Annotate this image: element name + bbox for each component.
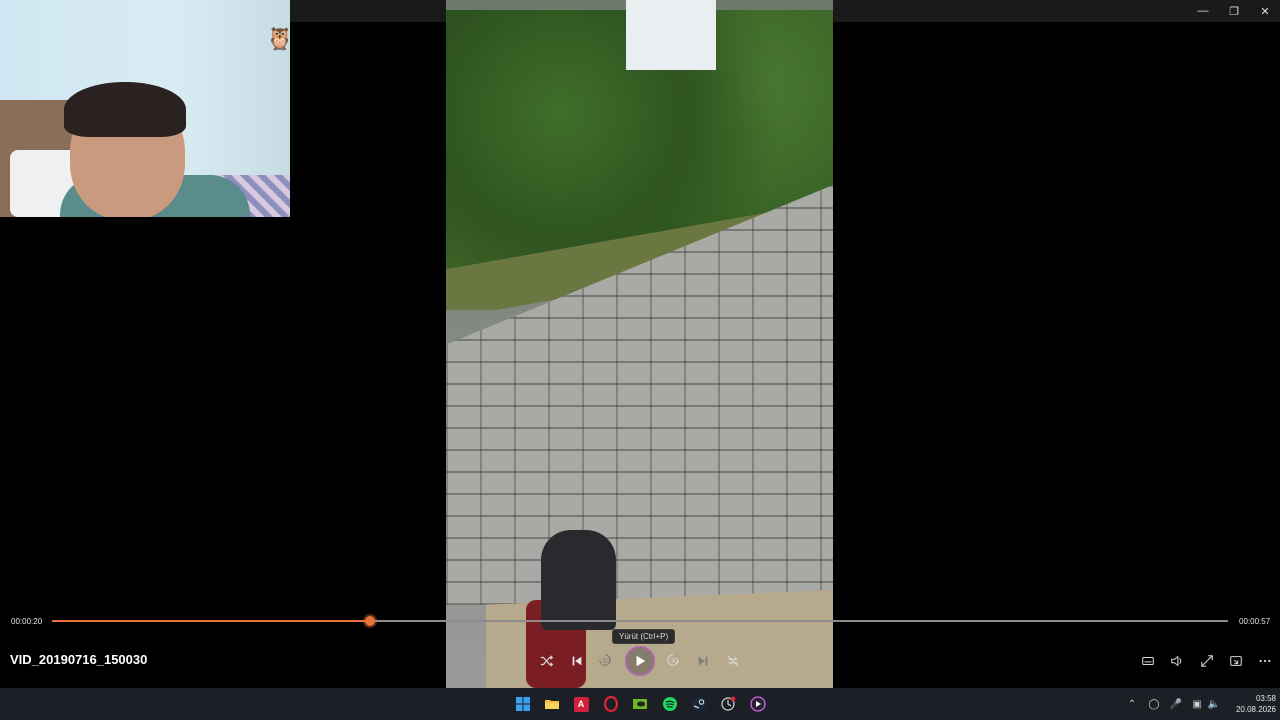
clock-date: 20.08.2026 xyxy=(1235,705,1276,714)
seek-thumb[interactable] xyxy=(364,616,375,626)
shuffle-icon[interactable] xyxy=(536,650,558,672)
video-title: VID_20190716_150030 xyxy=(10,652,148,667)
network-icon[interactable]: ▣ xyxy=(1190,697,1204,711)
speaker-icon[interactable]: 🔈 xyxy=(1207,697,1221,711)
hidden-icon[interactable]: ◯ xyxy=(1147,697,1161,711)
captions-icon[interactable] xyxy=(1137,650,1159,672)
video-sky xyxy=(626,0,716,70)
seek-bar[interactable] xyxy=(52,616,1228,626)
fullscreen-icon[interactable] xyxy=(1196,650,1218,672)
play-tooltip: Yürüt (Ctrl+P) xyxy=(612,629,676,644)
taskbar-clock[interactable]: 03:58 20.08.2026 xyxy=(1226,693,1276,715)
microphone-icon[interactable]: 🎤 xyxy=(1169,697,1183,711)
opera-gx-icon[interactable] xyxy=(601,694,621,714)
minimize-icon[interactable]: — xyxy=(1188,0,1218,22)
adobe-app-icon[interactable]: A xyxy=(571,694,591,714)
next-icon[interactable] xyxy=(692,650,714,672)
clock-app-icon[interactable] xyxy=(718,694,738,714)
close-icon[interactable]: ✕ xyxy=(1250,0,1280,22)
skip-forward-button[interactable]: 30 xyxy=(663,650,685,672)
nvidia-icon[interactable] xyxy=(630,694,650,714)
repeat-off-icon[interactable] xyxy=(722,650,744,672)
spotify-icon[interactable] xyxy=(660,694,680,714)
start-icon[interactable] xyxy=(513,694,533,714)
previous-icon[interactable] xyxy=(566,650,588,672)
adobe-letter: A xyxy=(573,696,589,712)
webcam-hair xyxy=(64,82,186,137)
duration-time: 00:00:57 xyxy=(1239,617,1271,626)
play-icon xyxy=(636,655,646,667)
current-time: 00:00:20 xyxy=(11,617,43,626)
video-shoe xyxy=(541,530,616,630)
steam-icon[interactable] xyxy=(689,694,709,714)
clock-time: 03:58 xyxy=(1255,694,1276,703)
volume-icon[interactable] xyxy=(1166,650,1188,672)
video-frame[interactable] xyxy=(446,0,833,688)
play-button[interactable] xyxy=(625,646,655,676)
tray-overflow-icon[interactable]: ⌃ xyxy=(1125,697,1139,711)
skip-back-label: 10 xyxy=(602,657,610,665)
media-player-icon[interactable] xyxy=(748,694,768,714)
restore-icon[interactable]: ❐ xyxy=(1219,0,1249,22)
skip-forward-label: 30 xyxy=(670,657,678,665)
skip-back-button[interactable]: 10 xyxy=(595,650,617,672)
seek-bar-fill xyxy=(52,620,370,622)
miniplayer-icon[interactable] xyxy=(1225,650,1247,672)
file-explorer-icon[interactable] xyxy=(542,694,562,714)
owl-decoration-icon: 🦉 xyxy=(266,26,290,51)
webcam-overlay: 🦉 xyxy=(0,0,290,217)
more-icon[interactable] xyxy=(1254,650,1276,672)
